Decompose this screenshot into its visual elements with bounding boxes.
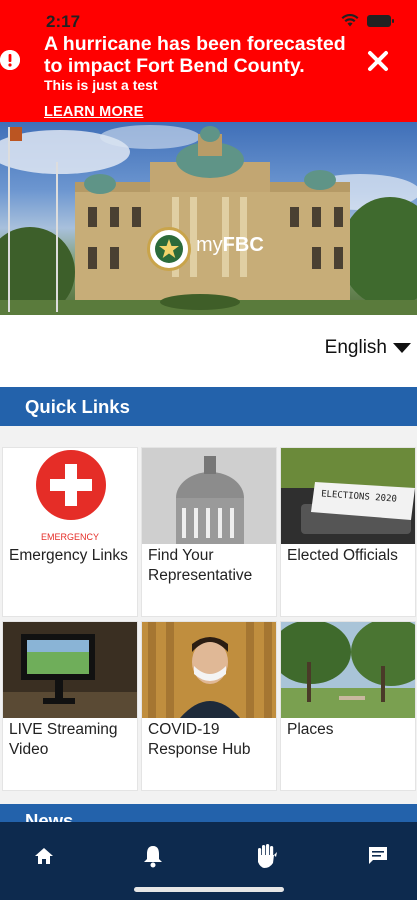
hand-icon[interactable] [252, 842, 280, 870]
chat-icon[interactable] [364, 842, 392, 870]
emergency-image: EMERGENCY [3, 448, 137, 544]
bottom-nav [0, 822, 417, 900]
emergency-caption: EMERGENCY [40, 532, 99, 542]
tile-elected-officials[interactable]: ELECTIONS 2020 Elected Officials [280, 447, 416, 617]
app-logo: myFBC [196, 234, 264, 257]
tile-label: Emergency Links [9, 547, 128, 564]
quick-links-header: Quick Links [0, 387, 417, 426]
status-time: 2:17 [46, 12, 81, 31]
tile-label: COVID-19 Response Hub [148, 721, 251, 758]
park-image [281, 622, 415, 718]
tile-find-representative[interactable]: Find Your Representative [141, 447, 277, 617]
tile-label: Elected Officials [287, 547, 398, 564]
language-row: English [0, 315, 417, 387]
caret-down-icon [393, 343, 411, 353]
tile-places[interactable]: Places [280, 621, 416, 791]
tile-covid-hub[interactable]: COVID-19 Response Hub [141, 621, 277, 791]
tile-label: Places [287, 721, 334, 738]
logo-prefix: my [196, 234, 223, 256]
battery-icon [367, 14, 394, 27]
language-select[interactable]: English [325, 337, 411, 359]
wifi-icon [341, 14, 359, 27]
elections-image: ELECTIONS 2020 [281, 448, 415, 544]
home-indicator [134, 887, 284, 892]
status-icons [341, 14, 394, 27]
courthouse-illustration [0, 125, 417, 315]
tile-live-streaming[interactable]: LIVE Streaming Video [2, 621, 138, 791]
alert-icon [0, 50, 20, 70]
status-bar: 2:17 [0, 0, 417, 31]
home-icon[interactable] [30, 842, 58, 870]
hero-image [0, 122, 417, 315]
tile-label: LIVE Streaming Video [9, 721, 118, 758]
learn-more-link[interactable]: LEARN MORE [44, 104, 143, 120]
masked-person-image [142, 622, 276, 718]
alert-subtitle: This is just a test [44, 77, 158, 93]
county-seal [147, 227, 191, 271]
bell-icon[interactable] [139, 842, 167, 870]
language-value: English [324, 337, 387, 358]
camera-image [3, 622, 137, 718]
alert-banner: 2:17 A hurricane has been forecasted to … [0, 0, 417, 122]
tile-label: Find Your Representative [148, 547, 253, 584]
logo-bold: FBC [222, 234, 264, 256]
capitol-image [142, 448, 276, 544]
alert-title: A hurricane has been forecasted to impac… [44, 33, 346, 77]
tile-emergency-links[interactable]: EMERGENCY Emergency Links [2, 447, 138, 617]
close-icon[interactable] [367, 50, 389, 72]
